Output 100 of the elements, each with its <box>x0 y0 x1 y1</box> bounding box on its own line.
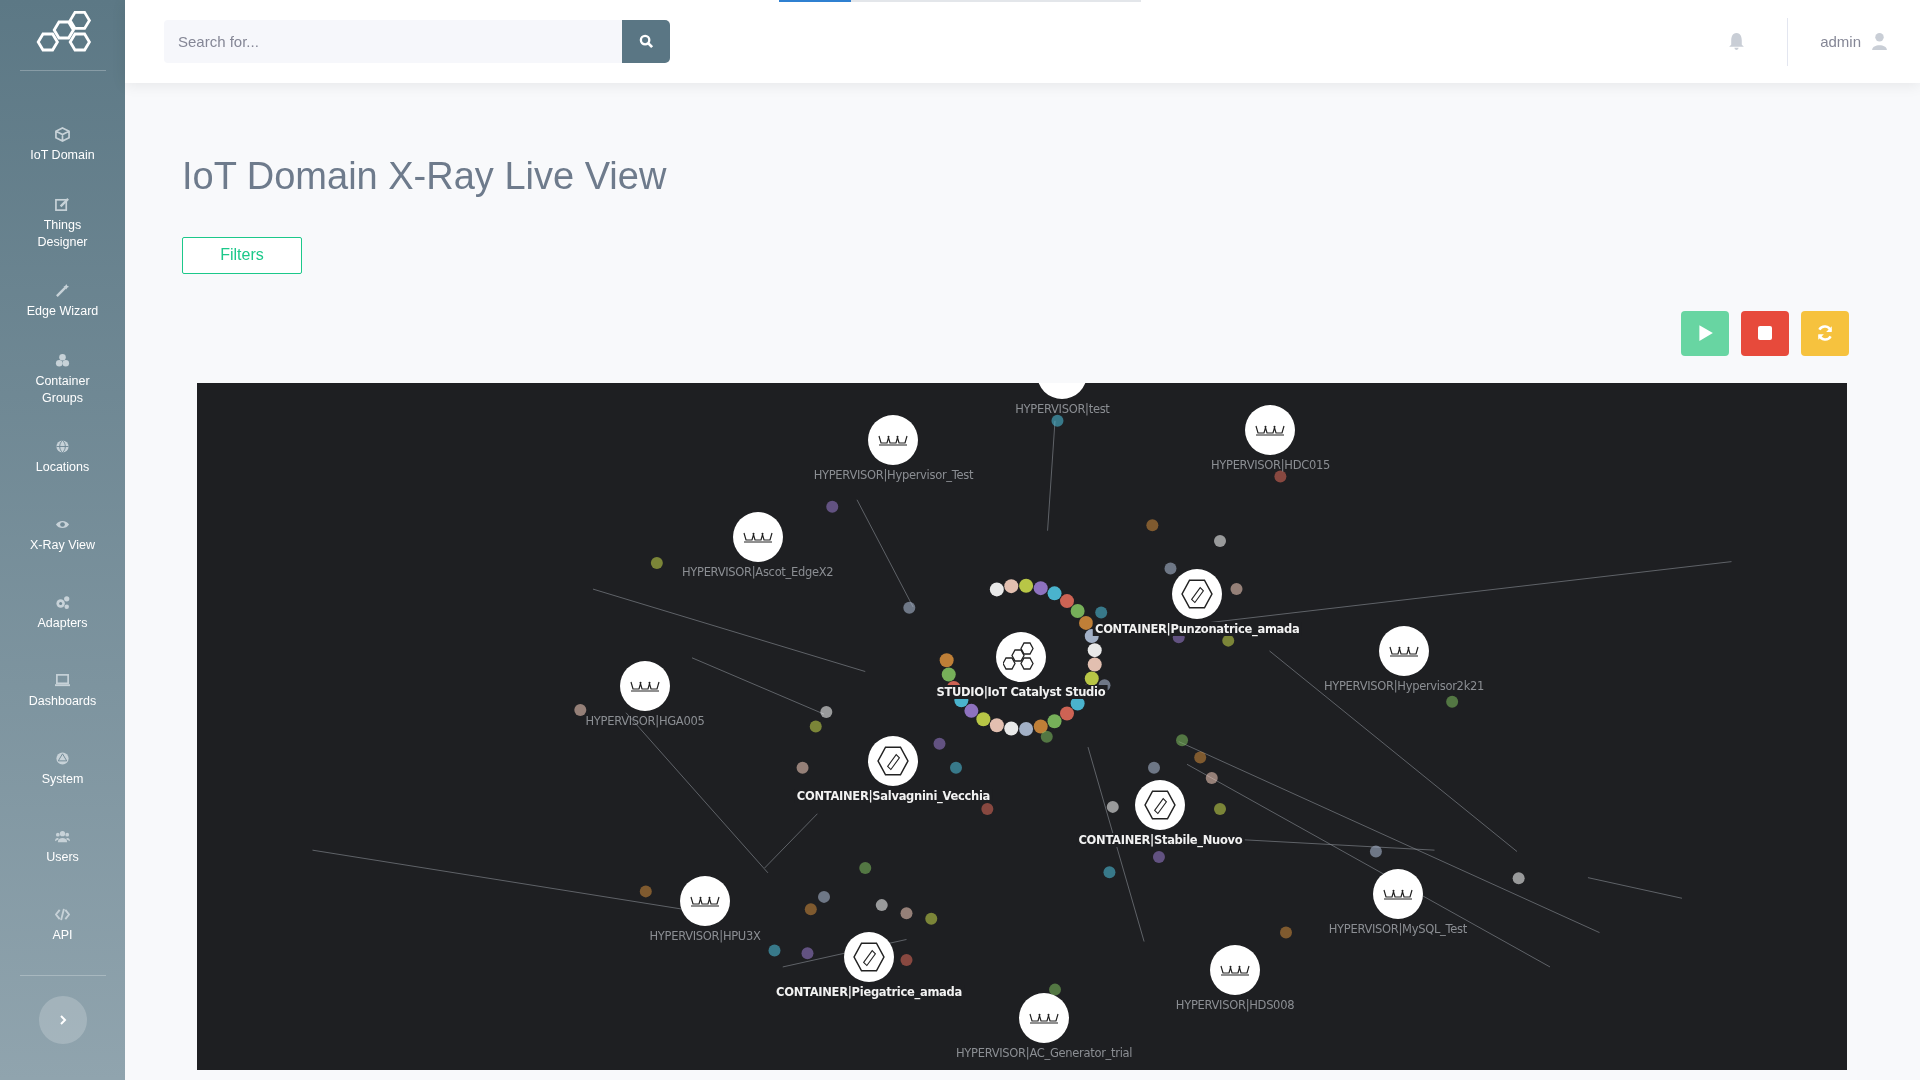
glow-dot <box>1176 733 1189 746</box>
glow-dot <box>989 582 1004 596</box>
glow-dot <box>1004 721 1019 736</box>
node-label: HYPERVISOR|HPU3X <box>649 928 761 943</box>
stop-icon <box>1757 325 1773 342</box>
filters-button[interactable]: Filters <box>182 236 302 274</box>
glow-dot <box>1369 845 1382 858</box>
glow-dot <box>1004 578 1019 593</box>
code-icon <box>55 907 70 923</box>
glow-dot <box>1512 871 1525 884</box>
glow-dot <box>768 944 781 957</box>
chevron-right-icon <box>57 1015 68 1025</box>
glow-dot <box>826 500 839 513</box>
search-button[interactable] <box>622 20 670 63</box>
glow-dot <box>875 898 888 911</box>
sidebar-item[interactable]: Users <box>19 809 106 887</box>
glow-dot <box>1060 706 1074 721</box>
glow-dot <box>1446 695 1459 708</box>
glow-dot <box>1033 719 1048 734</box>
sidebar-item[interactable]: Locations <box>19 419 106 497</box>
network-graph-canvas[interactable] <box>197 382 1847 1070</box>
glow-dot <box>1152 850 1165 863</box>
sidebar-item[interactable]: IoT Domain <box>19 107 106 185</box>
glow-dot <box>639 884 652 897</box>
node-label: HYPERVISOR|Ascot_EdgeX2 <box>681 564 834 579</box>
glow-dot <box>925 912 938 925</box>
search-icon <box>638 34 654 49</box>
glow-dot <box>1095 606 1108 619</box>
play-icon <box>1696 324 1714 343</box>
glow-dot <box>950 761 962 774</box>
username-text[interactable]: admin <box>1820 33 1861 50</box>
glow-dot <box>1070 603 1085 618</box>
search-field[interactable]: Search for... <box>164 20 622 63</box>
sidebar-item[interactable]: Adapters <box>19 575 106 653</box>
node-label: HYPERVISOR|HGA005 <box>585 714 705 729</box>
glow-dot <box>1060 593 1074 608</box>
glow-dot <box>1019 721 1034 736</box>
server-rack-icon <box>1029 1012 1060 1025</box>
sidebar-item[interactable]: System <box>19 731 106 809</box>
glow-dot <box>796 761 809 774</box>
magic-wand-icon <box>55 283 70 299</box>
server-rack-icon <box>742 530 773 543</box>
sidebar-item[interactable]: Dashboards <box>19 653 106 731</box>
server-rack-icon <box>1255 424 1286 437</box>
server-rack-icon <box>1382 888 1413 901</box>
server-rack-icon <box>690 894 721 907</box>
glow-dot <box>1047 713 1062 728</box>
hexagon-container-icon <box>877 745 910 777</box>
node-label: CONTAINER|Piegatrice_amada <box>774 984 964 999</box>
refresh-icon <box>1816 324 1834 343</box>
glow-dot <box>903 601 916 614</box>
glow-dot <box>1214 534 1226 547</box>
server-rack-icon <box>1220 964 1250 977</box>
node-label: CONTAINER|Salvagnini_Vecchia <box>794 789 993 803</box>
glow-dot <box>976 711 991 726</box>
node-label: HYPERVISOR|Hypervisor_Test <box>813 468 974 483</box>
pencil-square-icon <box>55 196 70 212</box>
glow-dot <box>941 667 956 682</box>
node-label: HYPERVISOR|MySQL_Test <box>1328 922 1467 937</box>
graph-node[interactable] <box>868 736 919 786</box>
node-label: HYPERVISOR|test <box>1015 402 1110 417</box>
sidebar-item[interactable]: API <box>19 887 106 965</box>
glow-dot <box>1051 414 1064 427</box>
glow-dot <box>820 705 833 718</box>
glow-dot <box>1049 983 1061 996</box>
sidebar-item[interactable]: Container Groups <box>19 341 106 419</box>
stop-button[interactable] <box>1741 310 1789 356</box>
page-title: IoT Domain X-Ray Live View <box>182 154 668 199</box>
sidebar-item[interactable]: Edge Wizard <box>19 263 106 341</box>
node-label: HYPERVISOR|HDS008 <box>1175 998 1295 1013</box>
node-label: STUDIO|IoT Catalyst Studio <box>934 684 1108 699</box>
glow-dot <box>981 802 994 815</box>
glow-dot <box>989 717 1004 732</box>
cluster-icon <box>55 352 70 368</box>
glow-dot <box>1205 771 1218 784</box>
glow-dot <box>809 720 822 733</box>
sidebar-item[interactable]: X-Ray View <box>19 497 106 575</box>
glow-dot <box>1079 615 1093 630</box>
glow-dot <box>1087 657 1102 672</box>
globe-icon <box>55 439 70 455</box>
glow-dot <box>900 953 913 966</box>
glow-dot <box>859 861 872 874</box>
gears-icon <box>55 595 70 611</box>
glow-dot <box>1164 562 1177 575</box>
glow-dot <box>1274 470 1287 483</box>
glow-dot <box>574 703 587 716</box>
glow-dot <box>1033 580 1048 595</box>
node-label: CONTAINER|Stabile_Nuovo <box>1076 833 1245 848</box>
sidebar-item[interactable]: Things Designer <box>19 185 106 263</box>
glow-dot <box>1194 751 1207 763</box>
node-label: HYPERVISOR|Hypervisor2k21 <box>1323 678 1485 693</box>
graph-node[interactable] <box>844 931 895 982</box>
graph-node[interactable] <box>1210 945 1260 996</box>
graph-node[interactable] <box>619 661 670 712</box>
glow-dot <box>1040 730 1053 743</box>
graph-node[interactable] <box>1172 569 1223 620</box>
glow-dot <box>1047 585 1062 600</box>
glow-dot <box>1148 761 1160 774</box>
hexagon-container-icon <box>1181 578 1214 611</box>
users-icon <box>55 829 70 845</box>
